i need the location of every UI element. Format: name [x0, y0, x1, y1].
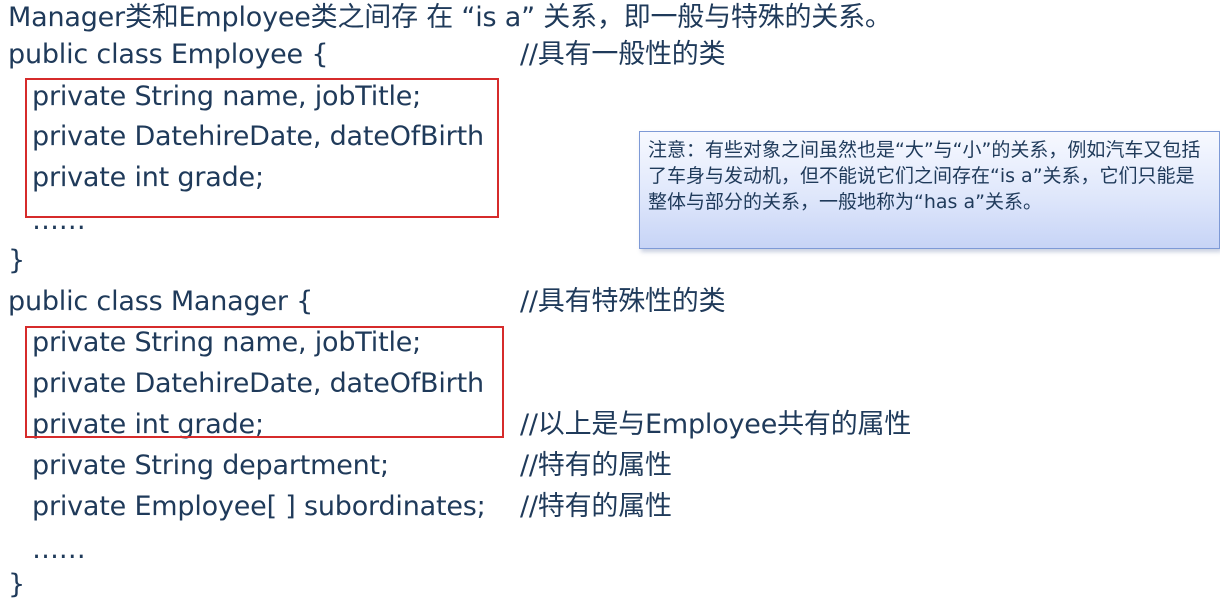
employee-fields-highlight-box — [25, 78, 499, 218]
manager-class-close: } — [8, 569, 25, 600]
employee-class-comment: //具有一般性的类 — [520, 39, 726, 70]
manager-subordinates-comment: //特有的属性 — [520, 491, 672, 522]
manager-field-department: private String department; — [32, 450, 389, 481]
slide: Manager类和Employee类之间存 在 “is a” 关系，即一般与特殊… — [0, 0, 1220, 607]
manager-grade-comment: //以上是与Employee共有的属性 — [520, 409, 912, 440]
note-text: 注意：有些对象之间虽然也是“大”与“小”的关系，例如汽车又包括了车身与发动机，但… — [648, 139, 1201, 213]
manager-department-comment: //特有的属性 — [520, 450, 672, 481]
manager-class-comment: //具有特殊性的类 — [520, 286, 726, 317]
manager-class-declaration: public class Manager { — [8, 286, 314, 317]
employee-class-declaration: public class Employee { — [8, 39, 329, 70]
manager-field-subordinates: private Employee[ ] subordinates; — [32, 491, 486, 522]
employee-class-close: } — [8, 245, 25, 276]
manager-fields-highlight-box — [25, 326, 504, 438]
note-callout: 注意：有些对象之间虽然也是“大”与“小”的关系，例如汽车又包括了车身与发动机，但… — [639, 131, 1220, 249]
slide-heading: Manager类和Employee类之间存 在 “is a” 关系，即一般与特殊… — [8, 2, 892, 33]
manager-ellipsis: …… — [32, 534, 86, 565]
